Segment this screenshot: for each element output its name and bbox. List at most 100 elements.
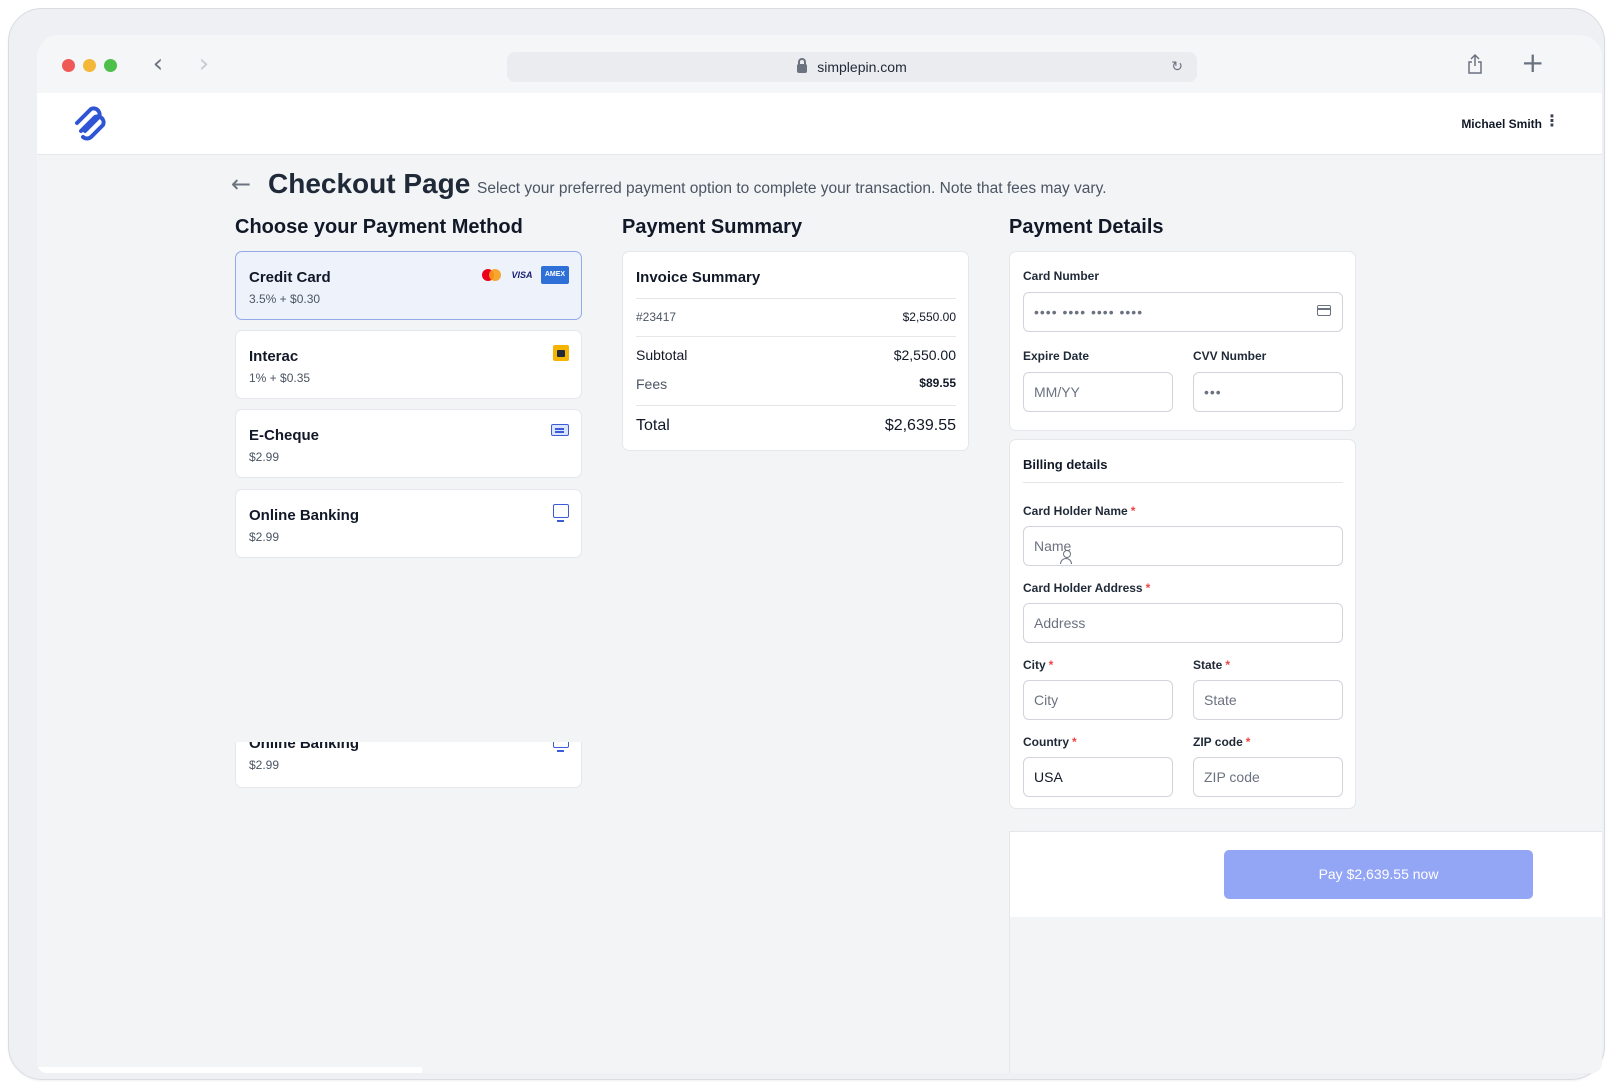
invoice-number: #23417 bbox=[636, 310, 677, 324]
card-number-label: Card Number bbox=[1023, 269, 1100, 283]
country-field[interactable]: USA bbox=[1023, 757, 1173, 797]
country-value: USA bbox=[1034, 769, 1063, 785]
payment-option-fee: $2.99 bbox=[249, 450, 280, 464]
payment-details-heading: Payment Details bbox=[1009, 216, 1164, 238]
simplepin-logo-icon[interactable] bbox=[69, 101, 113, 145]
card-details-card: Card Number •••• •••• •••• •••• Expire D… bbox=[1009, 251, 1356, 431]
address-bar[interactable]: simplepin.com ↻ bbox=[507, 52, 1197, 82]
required-mark: * bbox=[1225, 658, 1231, 672]
back-arrow-icon[interactable]: ← bbox=[231, 171, 251, 197]
zoom-window-button[interactable] bbox=[104, 59, 117, 72]
subtotal-label: Subtotal bbox=[636, 347, 688, 363]
total-label: Total bbox=[636, 417, 670, 434]
scroll-indicator bbox=[37, 1067, 422, 1073]
payment-option-fee: $2.99 bbox=[249, 530, 280, 544]
payment-option-fee: 3.5% + $0.30 bbox=[249, 292, 321, 306]
city-placeholder: City bbox=[1034, 692, 1059, 708]
card-holder-address-field[interactable]: Address bbox=[1023, 603, 1343, 643]
back-icon[interactable]: ‹ bbox=[143, 49, 173, 81]
divider bbox=[636, 336, 956, 337]
pay-now-button[interactable]: Pay $2,639.55 now bbox=[1224, 850, 1533, 899]
pay-panel: Pay $2,639.55 now bbox=[1009, 831, 1602, 1073]
divider bbox=[636, 298, 956, 299]
fees-value: $89.55 bbox=[919, 376, 956, 390]
divider bbox=[1023, 482, 1343, 483]
device-frame: ‹ › simplepin.com ↻ + Michael Smith ⋮ ← … bbox=[8, 8, 1605, 1080]
card-holder-address-placeholder: Address bbox=[1034, 615, 1086, 631]
billing-details-card: Billing details Card Holder Name * Name C… bbox=[1009, 439, 1356, 809]
payment-option-fee: $2.99 bbox=[249, 758, 280, 772]
new-tab-icon[interactable]: + bbox=[1521, 49, 1544, 77]
required-mark: * bbox=[1130, 504, 1136, 518]
mastercard-icon bbox=[479, 267, 503, 283]
required-mark: * bbox=[1072, 735, 1077, 749]
card-holder-name-field[interactable]: Name bbox=[1023, 526, 1343, 566]
pay-bar: Pay $2,639.55 now bbox=[1010, 831, 1602, 917]
url-text: simplepin.com bbox=[817, 59, 907, 75]
card-holder-name-label: Card Holder Name * bbox=[1023, 504, 1136, 518]
subtotal-row: Subtotal $2,550.00 bbox=[636, 347, 956, 363]
card-number-value: •••• •••• •••• •••• bbox=[1034, 304, 1144, 320]
country-label: Country * bbox=[1023, 735, 1077, 749]
cvv-field[interactable]: ••• bbox=[1193, 372, 1343, 412]
required-mark: * bbox=[1048, 658, 1054, 672]
total-value: $2,639.55 bbox=[884, 417, 956, 434]
minimize-window-button[interactable] bbox=[83, 59, 96, 72]
billing-details-title: Billing details bbox=[1023, 457, 1108, 472]
divider bbox=[636, 405, 956, 406]
close-window-button[interactable] bbox=[62, 59, 75, 72]
total-row: Total $2,639.55 bbox=[636, 417, 956, 435]
visa-icon: VISA bbox=[511, 270, 533, 280]
user-name[interactable]: Michael Smith bbox=[1461, 117, 1542, 131]
online-banking-icon bbox=[553, 742, 569, 752]
subtotal-value: $2,550.00 bbox=[893, 347, 956, 363]
payment-option-name: Online Banking bbox=[249, 742, 360, 752]
page-title: Checkout Page bbox=[268, 168, 471, 199]
expire-date-label: Expire Date bbox=[1023, 349, 1090, 363]
kebab-menu-icon[interactable]: ⋮ bbox=[1544, 113, 1560, 131]
reload-icon[interactable]: ↻ bbox=[1171, 52, 1183, 82]
payment-option-interac[interactable]: Interac 1% + $0.35 bbox=[235, 330, 582, 399]
invoice-summary-title: Invoice Summary bbox=[636, 269, 761, 286]
invoice-row: #23417 $2,550.00 bbox=[636, 310, 956, 324]
zip-code-field[interactable]: ZIP code bbox=[1193, 757, 1343, 797]
browser-window: ‹ › simplepin.com ↻ + Michael Smith ⋮ ← … bbox=[37, 35, 1602, 1073]
expire-date-placeholder: MM/YY bbox=[1034, 384, 1080, 400]
zip-code-placeholder: ZIP code bbox=[1204, 769, 1260, 785]
credit-card-icon bbox=[1317, 305, 1331, 316]
forward-icon[interactable]: › bbox=[189, 49, 219, 81]
payment-option-name: Online Banking bbox=[249, 507, 360, 524]
invoice-summary-card: Invoice Summary #23417 $2,550.00 Subtota… bbox=[622, 251, 969, 451]
lock-icon bbox=[797, 58, 808, 73]
payment-summary-heading: Payment Summary bbox=[622, 216, 803, 238]
fees-row: Fees $89.55 bbox=[636, 376, 956, 392]
browser-toolbar: ‹ › simplepin.com ↻ + bbox=[37, 35, 1602, 93]
zip-code-label: ZIP code * bbox=[1193, 735, 1251, 749]
invoice-amount: $2,550.00 bbox=[902, 310, 956, 324]
share-icon[interactable] bbox=[1467, 54, 1483, 74]
cvv-label: CVV Number bbox=[1193, 349, 1267, 363]
online-banking-icon bbox=[553, 504, 569, 522]
required-mark: * bbox=[1145, 581, 1151, 595]
payment-option-online-banking-clipped[interactable]: Online Banking $2.99 bbox=[235, 742, 582, 788]
city-field[interactable]: City bbox=[1023, 680, 1173, 720]
expire-date-field[interactable]: MM/YY bbox=[1023, 372, 1173, 412]
payment-option-name: Interac bbox=[249, 348, 299, 365]
payment-option-online-banking[interactable]: Online Banking $2.99 bbox=[235, 489, 582, 558]
payment-option-name: E-Cheque bbox=[249, 427, 320, 444]
payment-option-e-cheque[interactable]: E-Cheque $2.99 bbox=[235, 409, 582, 478]
cheque-icon bbox=[551, 424, 569, 436]
card-holder-address-label: Card Holder Address * bbox=[1023, 581, 1151, 595]
card-number-field[interactable]: •••• •••• •••• •••• bbox=[1023, 292, 1343, 332]
state-field[interactable]: State bbox=[1193, 680, 1343, 720]
payment-method-heading: Choose your Payment Method bbox=[235, 216, 523, 238]
cvv-value: ••• bbox=[1204, 384, 1222, 400]
required-mark: * bbox=[1245, 735, 1251, 749]
payment-option-credit-card[interactable]: Credit Card 3.5% + $0.30 VISA AMEX bbox=[235, 251, 582, 320]
payment-option-name: Credit Card bbox=[249, 269, 331, 286]
fees-label: Fees bbox=[636, 376, 668, 392]
state-label: State * bbox=[1193, 658, 1231, 672]
interac-icon bbox=[553, 345, 569, 361]
city-label: City * bbox=[1023, 658, 1054, 672]
page-subtitle: Select your preferred payment option to … bbox=[477, 180, 1107, 197]
